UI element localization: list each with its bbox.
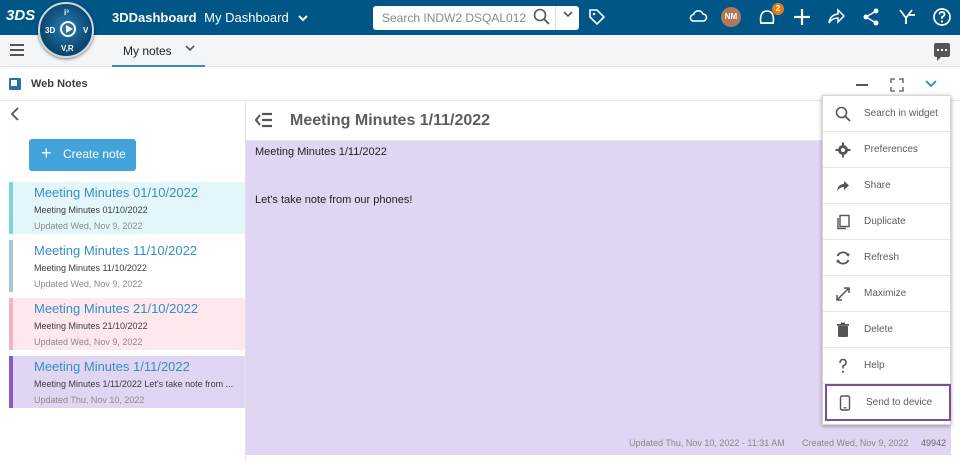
share-arrow-icon bbox=[835, 178, 851, 194]
plus-icon: + bbox=[41, 143, 52, 163]
menu-item-label: Search in widget bbox=[864, 108, 938, 119]
search-box[interactable]: Search INDW2 DSQAL012 bbox=[373, 6, 579, 30]
note-title: Meeting Minutes 21/10/2022 bbox=[34, 301, 199, 316]
play-icon[interactable] bbox=[60, 21, 76, 37]
refresh-icon bbox=[835, 250, 851, 266]
mobile-device-icon bbox=[837, 395, 853, 411]
chevron-down-icon[interactable] bbox=[185, 44, 195, 55]
note-updated: Updated Wed, Nov 9, 2022 bbox=[34, 337, 143, 347]
menu-item-duplicate[interactable]: Duplicate bbox=[823, 204, 950, 240]
help-icon bbox=[835, 358, 851, 374]
tab-label: My notes bbox=[123, 44, 172, 58]
created-timestamp: Created Wed, Nov 9, 2022 bbox=[802, 438, 909, 448]
tab-my-notes[interactable]: My notes bbox=[112, 35, 205, 67]
menu-item-share[interactable]: Share bbox=[823, 168, 950, 204]
brand-name: 3DDashboard bbox=[112, 10, 197, 25]
note-preview: Meeting Minutes 11/10/2022 bbox=[34, 263, 147, 273]
menu-item-refresh[interactable]: Refresh bbox=[823, 240, 950, 276]
note-updated: Updated Wed, Nov 9, 2022 bbox=[34, 279, 143, 289]
widget-menu-chevron-icon[interactable] bbox=[925, 77, 937, 91]
compass-right-letter: V bbox=[83, 26, 89, 35]
web-notes-icon bbox=[9, 78, 21, 90]
dassault-logo-icon[interactable]: 3DS bbox=[6, 7, 35, 24]
cloud-icon[interactable] bbox=[688, 6, 708, 28]
widget-dropdown-menu: Search in widget Preferences Share Dupli… bbox=[822, 95, 951, 425]
compass-bottom-letter: V,R bbox=[61, 44, 74, 53]
share-icon[interactable] bbox=[826, 6, 846, 28]
notification-badge: 2 bbox=[772, 3, 784, 15]
note-color-bar bbox=[9, 356, 13, 408]
note-title-heading[interactable]: Meeting Minutes 1/11/2022 bbox=[290, 112, 490, 130]
note-color-bar bbox=[9, 298, 13, 350]
avatar[interactable]: NM bbox=[721, 7, 741, 27]
duplicate-icon bbox=[835, 214, 851, 230]
compass-top-letter: i³ bbox=[64, 8, 69, 17]
note-title: Meeting Minutes 01/10/2022 bbox=[34, 185, 199, 200]
help-icon[interactable] bbox=[932, 6, 952, 28]
list-item[interactable]: Meeting Minutes 21/10/2022 Meeting Minut… bbox=[9, 298, 245, 350]
menu-item-label: Send to device bbox=[866, 397, 933, 408]
menu-item-label: Refresh bbox=[864, 252, 900, 263]
menu-item-label: Help bbox=[864, 360, 885, 371]
top-bar: 3DS 3DDashboard My Dashboard Search INDW… bbox=[0, 0, 960, 35]
list-item[interactable]: Meeting Minutes 01/10/2022 Meeting Minut… bbox=[9, 182, 245, 234]
note-title: Meeting Minutes 1/11/2022 bbox=[34, 359, 190, 374]
chevron-down-icon[interactable] bbox=[298, 13, 309, 25]
menu-item-help[interactable]: Help bbox=[823, 348, 950, 384]
widget-title: Web Notes bbox=[31, 78, 88, 90]
note-color-bar bbox=[9, 182, 13, 234]
updated-timestamp: Updated Thu, Nov 10, 2022 - 11:31 AM bbox=[629, 438, 785, 448]
list-item-selected[interactable]: Meeting Minutes 1/11/2022 Meeting Minute… bbox=[9, 356, 245, 408]
note-id: 49942 bbox=[921, 438, 947, 448]
note-preview: Meeting Minutes 01/10/2022 bbox=[34, 205, 148, 215]
search-icon bbox=[835, 106, 851, 122]
tag-icon[interactable] bbox=[588, 8, 606, 26]
create-note-label: Create note bbox=[63, 147, 126, 161]
social-network-icon[interactable] bbox=[861, 6, 881, 28]
plus-icon[interactable] bbox=[792, 6, 812, 28]
note-body-line[interactable]: Meeting Minutes 1/11/2022 bbox=[255, 146, 387, 158]
search-icon[interactable] bbox=[533, 8, 550, 25]
chat-icon[interactable] bbox=[934, 43, 950, 61]
note-preview: Meeting Minutes 21/10/2022 bbox=[34, 321, 148, 331]
menu-item-preferences[interactable]: Preferences bbox=[823, 132, 950, 168]
list-item[interactable]: Meeting Minutes 11/10/2022 Meeting Minut… bbox=[9, 240, 245, 292]
minimize-icon[interactable] bbox=[856, 84, 868, 86]
menu-item-label: Share bbox=[864, 180, 891, 191]
menu-item-label: Preferences bbox=[864, 144, 918, 155]
menu-item-delete[interactable]: Delete bbox=[823, 312, 950, 348]
search-input[interactable]: Search INDW2 DSQAL012 bbox=[382, 11, 526, 25]
apps-compass-icon[interactable] bbox=[897, 6, 917, 28]
editor-header: Meeting Minutes 1/11/2022 bbox=[246, 101, 822, 141]
gear-icon bbox=[835, 142, 851, 158]
note-updated: Updated Thu, Nov 10, 2022 bbox=[34, 395, 145, 405]
trash-icon bbox=[835, 322, 851, 338]
maximize-icon bbox=[835, 286, 851, 302]
note-updated: Updated Wed, Nov 9, 2022 bbox=[34, 221, 143, 231]
notes-list-panel: + Create note Meeting Minutes 01/10/2022… bbox=[0, 101, 246, 461]
note-color-bar bbox=[9, 240, 13, 292]
menu-item-label: Duplicate bbox=[864, 216, 906, 227]
search-scope-dropdown[interactable] bbox=[555, 6, 579, 30]
dashboard-title[interactable]: 3DDashboard My Dashboard bbox=[112, 10, 309, 25]
note-body-line[interactable]: Let's take note from our phones! bbox=[255, 194, 412, 206]
menu-item-send-to-device[interactable]: Send to device bbox=[825, 384, 951, 421]
hamburger-menu-icon[interactable] bbox=[10, 44, 24, 56]
widget-header: Web Notes bbox=[0, 67, 960, 101]
create-note-button[interactable]: + Create note bbox=[29, 139, 136, 171]
fullscreen-icon[interactable] bbox=[890, 78, 904, 92]
note-title: Meeting Minutes 11/10/2022 bbox=[34, 243, 198, 258]
menu-item-label: Maximize bbox=[864, 288, 907, 299]
back-chevron-icon[interactable] bbox=[10, 107, 20, 126]
compass-icon[interactable]: i³ 3D V V,R bbox=[38, 2, 94, 58]
note-preview: Meeting Minutes 1/11/2022 Let's take not… bbox=[34, 379, 234, 389]
menu-item-maximize[interactable]: Maximize bbox=[823, 276, 950, 312]
tab-bar: My notes bbox=[0, 35, 960, 67]
menu-item-label: Delete bbox=[864, 324, 893, 335]
dashboard-name: My Dashboard bbox=[204, 10, 289, 25]
collapse-panel-icon[interactable] bbox=[254, 112, 273, 128]
compass-left-letter: 3D bbox=[45, 26, 56, 35]
menu-item-search-in-widget[interactable]: Search in widget bbox=[823, 96, 950, 132]
